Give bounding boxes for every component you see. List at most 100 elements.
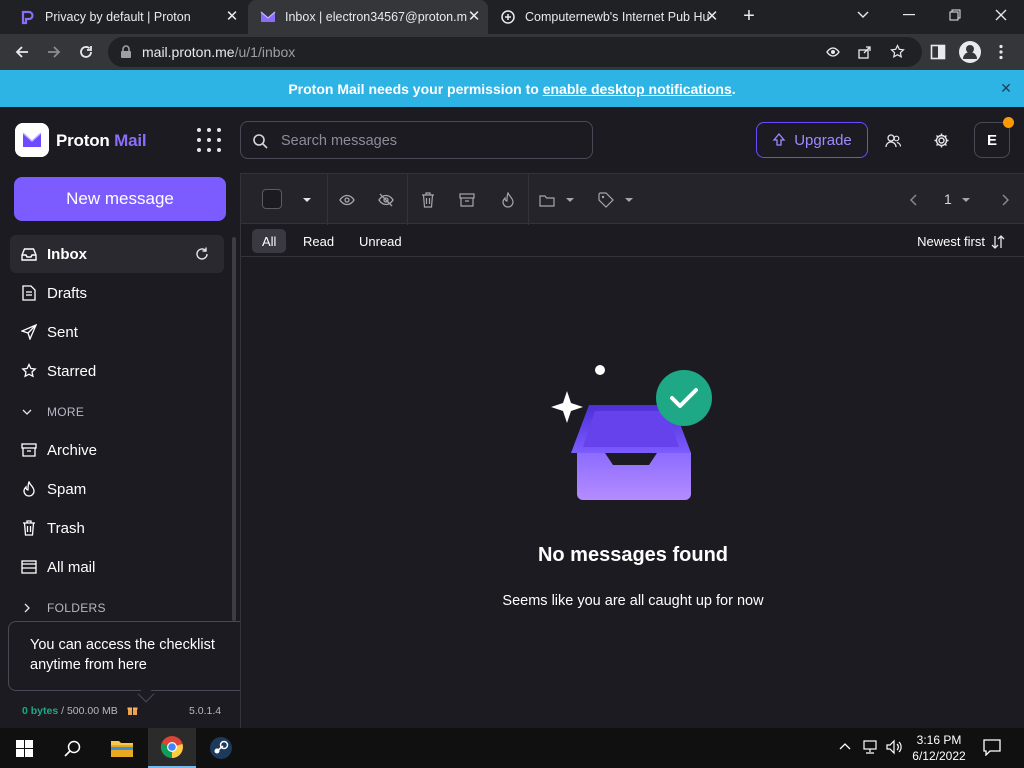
forward-icon[interactable] xyxy=(42,40,66,64)
toolbar-divider xyxy=(528,174,529,225)
move-to-spam-icon[interactable] xyxy=(498,190,518,210)
previous-page-icon[interactable] xyxy=(904,190,924,210)
enable-notifications-link[interactable]: enable desktop notifications xyxy=(543,81,732,97)
browser-menu-icon[interactable] xyxy=(998,44,1004,60)
chrome-taskbar-icon[interactable] xyxy=(148,728,196,768)
app-version[interactable]: 5.0.1.4 xyxy=(189,705,221,717)
minimize-icon[interactable] xyxy=(886,0,932,30)
filter-all[interactable]: All xyxy=(252,229,287,253)
select-dropdown-icon[interactable] xyxy=(297,190,317,210)
upgrade-arrow-icon xyxy=(772,133,786,146)
address-bar[interactable]: mail.proton.me/u/1/inbox xyxy=(108,37,922,67)
browser-tab-proton[interactable]: Privacy by default | Proton ✕ xyxy=(8,0,246,34)
sidebar-item-label: Inbox xyxy=(47,245,87,263)
sidebar-item-starred[interactable]: Starred xyxy=(10,352,224,390)
sidebar-item-drafts[interactable]: Drafts xyxy=(10,274,224,312)
move-to-archive-icon[interactable] xyxy=(457,190,477,210)
eye-extension-icon[interactable] xyxy=(826,45,840,59)
sidebar-item-trash[interactable]: Trash xyxy=(10,509,224,547)
close-window-icon[interactable] xyxy=(978,0,1024,30)
sort-button[interactable]: Newest first xyxy=(917,234,1005,249)
select-all-checkbox[interactable] xyxy=(262,189,282,209)
settings-gear-icon[interactable] xyxy=(933,132,950,149)
folder-dropdown-icon[interactable] xyxy=(560,190,580,210)
system-clock[interactable]: 3:16 PM 6/12/2022 xyxy=(906,732,972,764)
clock-time: 3:16 PM xyxy=(916,733,962,747)
restore-icon[interactable] xyxy=(932,0,978,30)
search-icon xyxy=(253,134,268,149)
inbox-icon xyxy=(20,245,38,263)
sidebar-item-label: Trash xyxy=(47,519,85,537)
network-icon[interactable] xyxy=(863,739,879,755)
volume-icon[interactable] xyxy=(886,739,904,755)
sidebar-item-all-mail[interactable]: All mail xyxy=(10,548,224,586)
sidebar-item-sent[interactable]: Sent xyxy=(10,313,224,351)
close-banner-icon[interactable]: ✕ xyxy=(998,80,1014,96)
filter-read[interactable]: Read xyxy=(293,229,344,253)
upgrade-label: Upgrade xyxy=(794,131,852,149)
sidebar-item-inbox[interactable]: Inbox xyxy=(10,235,224,273)
drafts-icon xyxy=(20,284,38,302)
page-number[interactable]: 1 xyxy=(944,191,952,207)
trash-icon xyxy=(20,519,38,537)
file-explorer-icon[interactable] xyxy=(98,728,146,768)
browser-tab-inbox[interactable]: Inbox | electron34567@proton.m ✕ xyxy=(248,0,488,34)
share-icon[interactable] xyxy=(858,45,872,59)
contacts-icon[interactable] xyxy=(885,134,901,148)
notification-center-icon[interactable] xyxy=(983,739,1001,756)
taskbar-search-icon[interactable] xyxy=(48,728,96,768)
lock-icon[interactable] xyxy=(120,45,132,59)
close-tab-icon[interactable]: ✕ xyxy=(224,9,240,25)
reload-icon[interactable] xyxy=(74,40,98,64)
gift-icon[interactable] xyxy=(127,705,138,715)
sidebar-item-label: Drafts xyxy=(47,284,88,302)
sent-icon xyxy=(20,323,38,341)
sidebar-scrollbar[interactable] xyxy=(232,237,236,621)
sidebar-item-archive[interactable]: Archive xyxy=(10,431,224,469)
windows-start-icon[interactable] xyxy=(0,728,48,768)
url-text: mail.proton.me/u/1/inbox xyxy=(142,44,296,60)
proton-mail-logo-icon[interactable] xyxy=(15,123,49,157)
more-section-toggle[interactable]: MORE xyxy=(18,405,84,419)
back-icon[interactable] xyxy=(10,40,34,64)
filter-unread[interactable]: Unread xyxy=(349,229,412,253)
bookmark-star-icon[interactable] xyxy=(890,44,905,59)
empty-state-subtitle: Seems like you are all caught up for now xyxy=(502,593,764,609)
steam-taskbar-icon[interactable] xyxy=(197,728,245,768)
browser-tab-pub[interactable]: Computernewb's Internet Pub Hu ✕ xyxy=(488,0,726,34)
close-tab-icon[interactable]: ✕ xyxy=(466,9,482,25)
show-hidden-icons-chevron-icon[interactable] xyxy=(839,742,851,750)
move-to-trash-icon[interactable] xyxy=(418,190,438,210)
next-page-icon[interactable] xyxy=(995,190,1015,210)
apps-grid-icon[interactable] xyxy=(197,128,221,152)
profile-icon[interactable] xyxy=(958,40,982,64)
label-tag-icon[interactable] xyxy=(596,190,616,210)
mark-read-eye-icon[interactable] xyxy=(337,190,357,210)
user-avatar-button[interactable]: E xyxy=(974,122,1010,158)
app-logo-text[interactable]: Proton Mail xyxy=(56,131,147,151)
refresh-icon[interactable] xyxy=(194,246,210,262)
close-tab-icon[interactable]: ✕ xyxy=(704,9,720,25)
new-message-button[interactable]: New message xyxy=(14,177,226,221)
storage-used: 0 bytes xyxy=(22,705,59,717)
tab-search-icon[interactable] xyxy=(840,0,886,30)
star-icon xyxy=(20,362,38,380)
tab-title: Computernewb's Internet Pub Hu xyxy=(525,10,710,24)
sort-arrows-icon xyxy=(991,234,1005,249)
storage-indicator[interactable]: 0 bytes / 500.00 MB xyxy=(22,705,138,717)
label-dropdown-icon[interactable] xyxy=(619,190,639,210)
mark-unread-eye-slash-icon[interactable] xyxy=(376,190,396,210)
sidebar-item-spam[interactable]: Spam xyxy=(10,470,224,508)
side-panel-icon[interactable] xyxy=(930,44,946,60)
move-to-folder-icon[interactable] xyxy=(537,190,557,210)
upgrade-button[interactable]: Upgrade xyxy=(756,122,868,158)
search-input[interactable]: Search messages xyxy=(240,121,593,159)
page-dropdown-icon[interactable] xyxy=(956,190,976,210)
proton-mail-app: Proton Mail Search messages Upgrade E Ne… xyxy=(0,107,1024,728)
new-tab-icon[interactable]: + xyxy=(738,5,760,27)
chevron-right-icon xyxy=(18,603,36,613)
folders-section-toggle[interactable]: FOLDERS xyxy=(18,601,106,615)
sidebar-item-label: Spam xyxy=(47,480,87,498)
tab-title: Inbox | electron34567@proton.m xyxy=(285,10,468,24)
browser-toolbar: mail.proton.me/u/1/inbox xyxy=(0,34,1024,70)
